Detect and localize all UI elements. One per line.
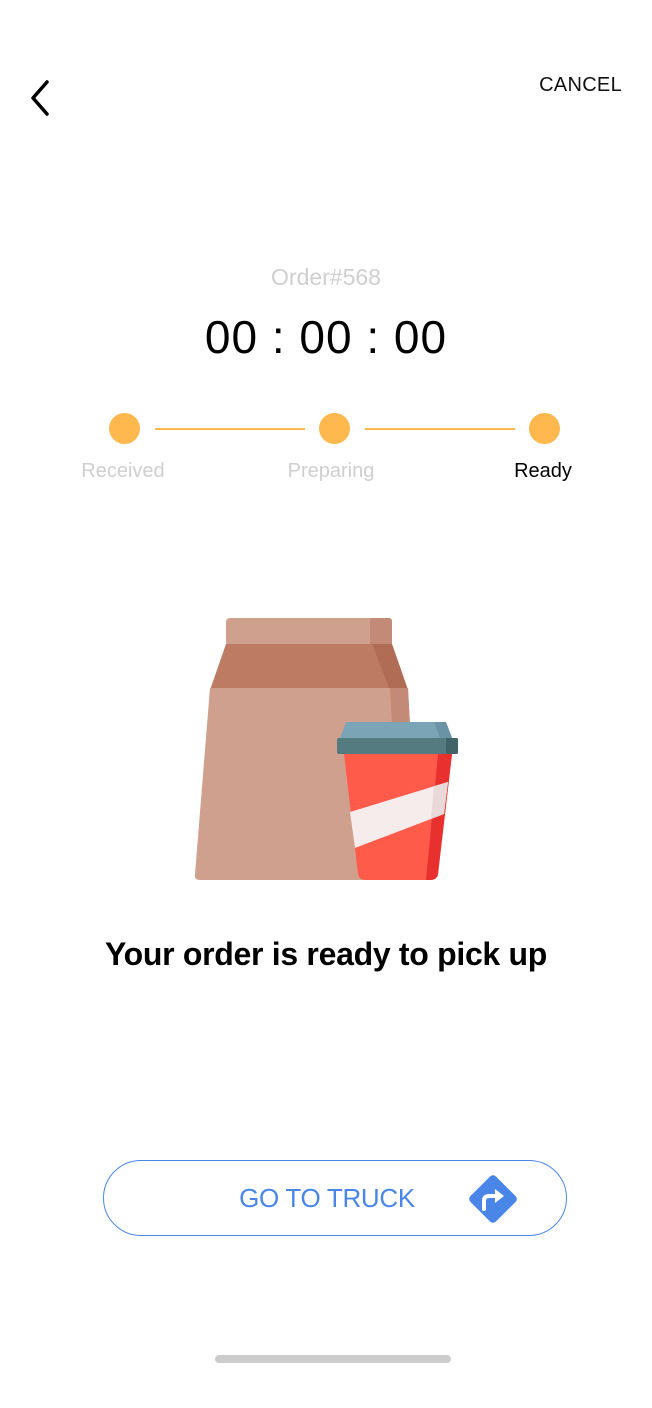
step-label-ready: Ready [514,460,572,482]
takeaway-bag-and-cup-icon [194,618,458,880]
step-label-preparing: Preparing [287,460,375,482]
ready-message: Your order is ready to pick up [104,936,548,972]
cancel-button[interactable]: CANCEL [539,74,622,97]
home-indicator[interactable] [215,1355,451,1363]
step-dot-preparing [319,413,350,444]
chevron-left-icon [31,80,49,116]
order-number: Order#568 [271,264,381,290]
step-connector [155,428,305,430]
go-to-truck-button[interactable]: GO TO TRUCK [103,1160,567,1236]
directions-icon [469,1175,517,1223]
step-label-received: Received [81,460,165,482]
step-dot-ready [529,413,560,444]
step-connector [365,428,515,430]
back-button[interactable] [18,76,62,120]
order-progress: Received Preparing Ready [0,410,652,500]
countdown-timer: 00 : 00 : 00 [204,311,448,363]
step-dot-received [109,413,140,444]
